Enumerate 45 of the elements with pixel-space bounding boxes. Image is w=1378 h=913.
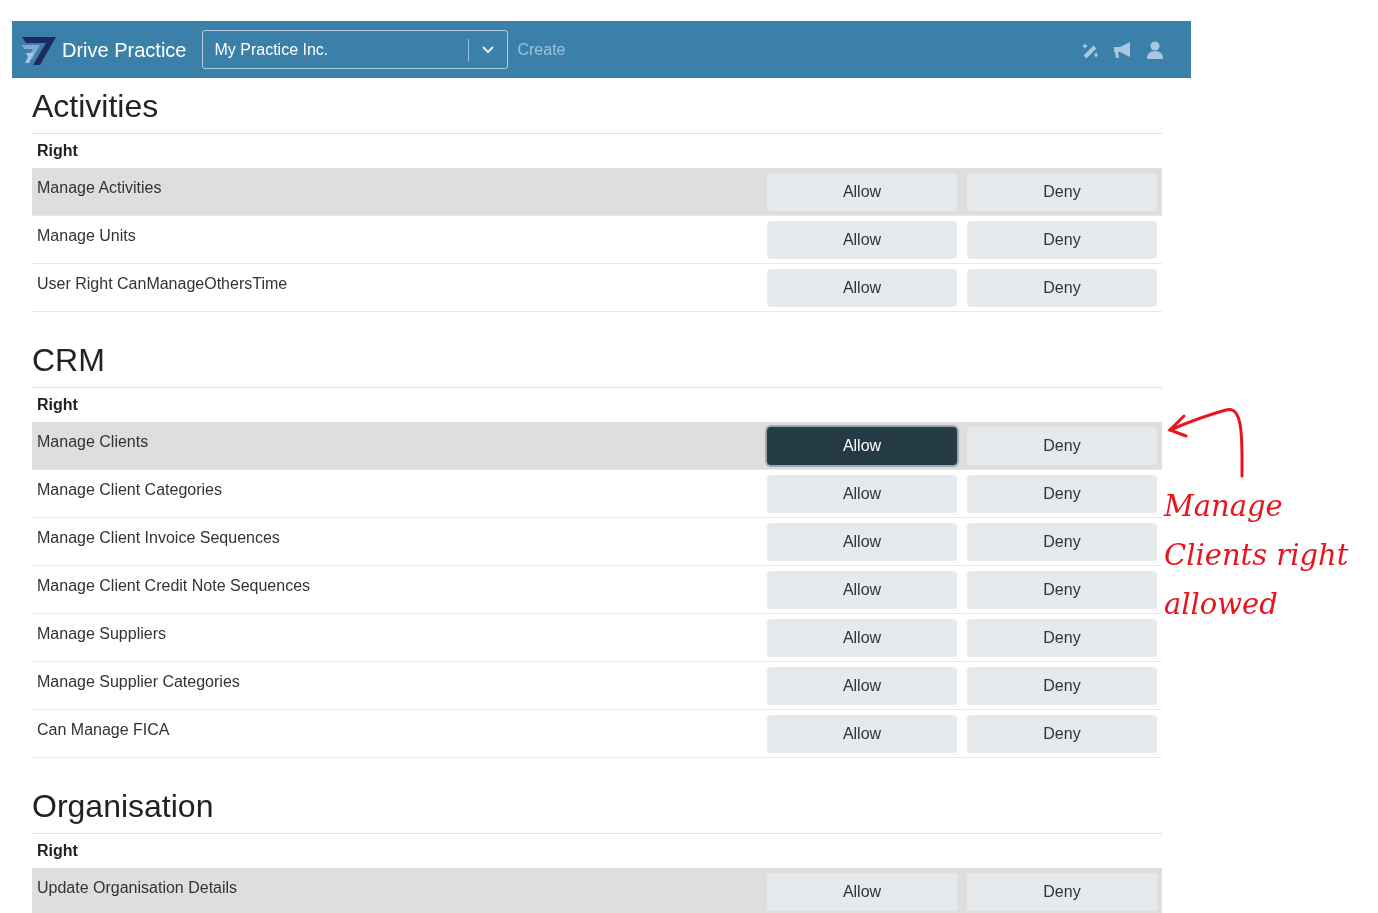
permission-button[interactable]: Deny [967, 666, 1157, 705]
permission-button[interactable]: Deny [967, 426, 1157, 465]
right-name: Manage Client Invoice Sequences [36, 528, 281, 548]
permission-button[interactable]: Allow [767, 666, 957, 705]
column-header: Right [37, 395, 78, 415]
permission-button[interactable]: Allow [767, 714, 957, 753]
permission-button[interactable]: Allow [767, 570, 957, 609]
permission-button[interactable]: Deny [967, 618, 1157, 657]
brand-name[interactable]: Drive Practice [62, 34, 187, 65]
chevron-down-icon [482, 45, 495, 54]
right-name: Manage Clients [36, 432, 150, 452]
right-name: Manage Units [36, 226, 137, 246]
permission-button[interactable]: Allow [767, 220, 957, 259]
permission-button[interactable]: Allow [767, 474, 957, 513]
megaphone-icon[interactable] [1113, 40, 1133, 59]
permission-button[interactable]: Allow [767, 872, 957, 911]
right-name: Manage Activities [36, 178, 163, 198]
permission-button[interactable]: Deny [967, 220, 1157, 259]
permission-button[interactable]: Allow [767, 618, 957, 657]
column-header: Right [37, 841, 78, 861]
permission-button[interactable]: Deny [967, 268, 1157, 307]
right-name: Manage Suppliers [36, 624, 167, 644]
section-title: CRM [32, 332, 1162, 388]
right-name: Manage Client Categories [36, 480, 223, 500]
column-header: Right [37, 141, 78, 161]
permission-button[interactable]: Deny [967, 872, 1157, 911]
right-name: Manage Supplier Categories [36, 672, 241, 692]
right-name: Update Organisation Details [36, 878, 239, 898]
company-select[interactable]: My Practice Inc. [202, 30, 509, 69]
permission-button[interactable]: Allow [767, 268, 957, 307]
section-title: Organisation [32, 778, 1162, 834]
permission-button[interactable]: Deny [967, 522, 1157, 561]
permission-button[interactable]: Deny [967, 474, 1157, 513]
permission-button[interactable]: Allow [767, 522, 957, 561]
permission-button[interactable]: Allow [767, 172, 957, 211]
permission-button[interactable]: Deny [967, 714, 1157, 753]
permission-button[interactable]: Deny [967, 570, 1157, 609]
right-name: Manage Client Credit Note Sequences [36, 576, 312, 596]
right-name: User Right CanManageOthersTime [36, 274, 289, 294]
permission-button[interactable]: Allow [767, 426, 957, 465]
annotation-text: Manage Clients right allowed [1164, 488, 1350, 623]
right-name: Can Manage FICA [36, 720, 171, 740]
permission-button[interactable]: Deny [967, 172, 1157, 211]
user-icon[interactable] [1147, 40, 1163, 59]
section-title: Activities [32, 78, 1162, 134]
